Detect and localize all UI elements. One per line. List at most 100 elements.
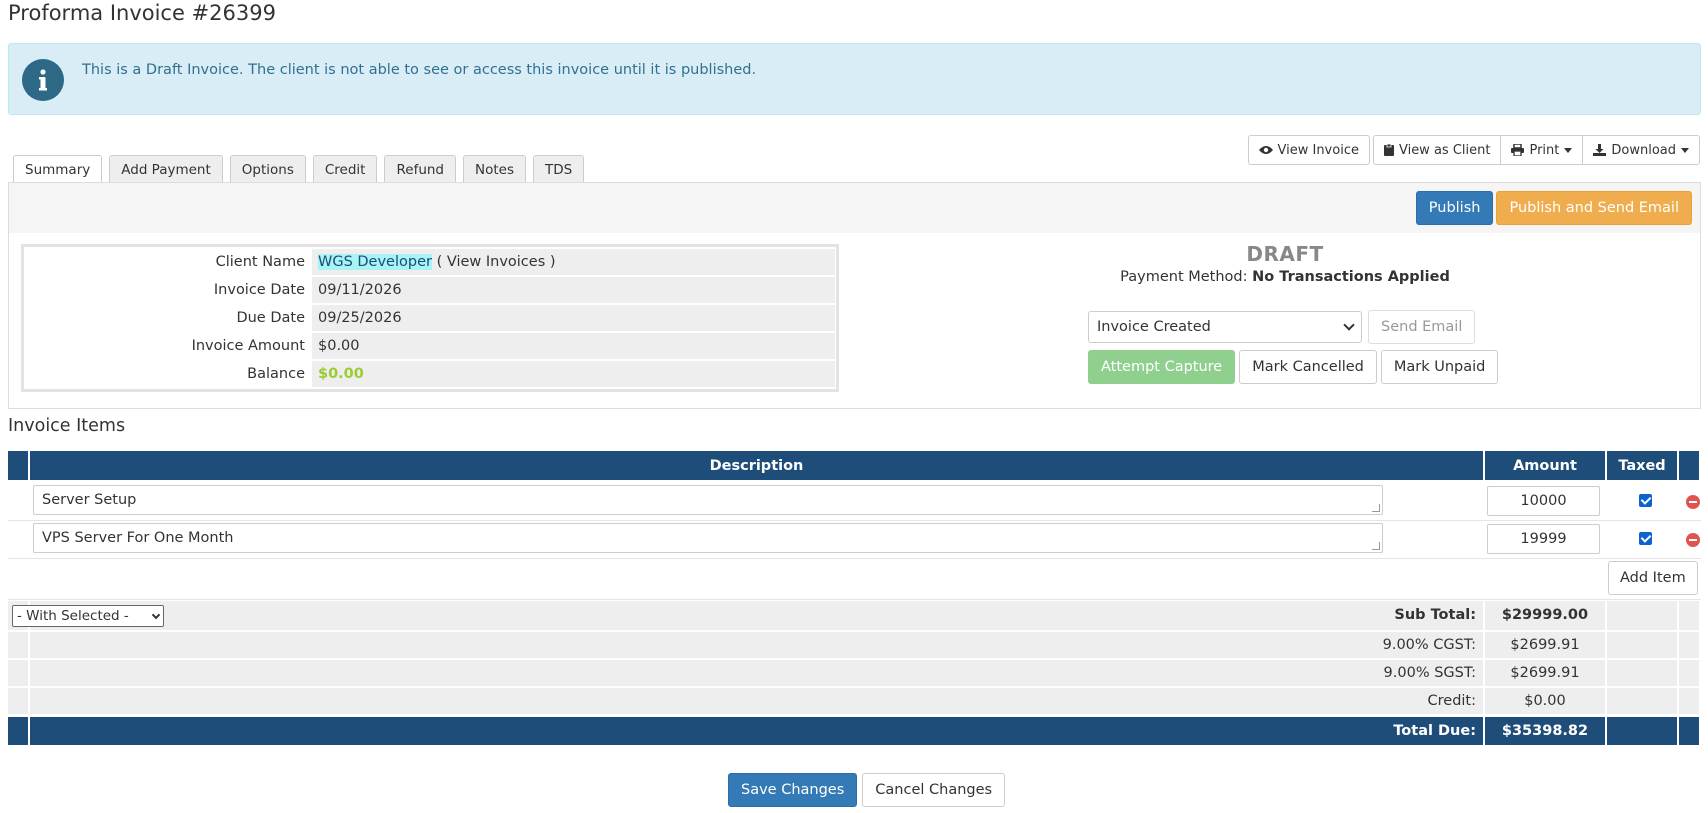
tab-options[interactable]: Options — [229, 155, 306, 183]
remove-item-icon[interactable] — [1686, 533, 1700, 547]
print-label: Print — [1529, 142, 1560, 158]
tab-notes[interactable]: Notes — [463, 155, 526, 183]
total-due-row: Total Due: $35398.82 — [8, 717, 1701, 745]
balance-value: $0.00 — [318, 366, 364, 382]
client-info-table: Client Name WGS Developer ( View Invoice… — [21, 244, 839, 392]
download-button[interactable]: Download — [1582, 135, 1700, 165]
printer-icon — [1511, 144, 1525, 156]
send-email-button[interactable]: Send Email — [1368, 310, 1476, 344]
credit-row: Credit: $0.00 — [8, 688, 1701, 714]
info-icon — [22, 59, 64, 101]
item-taxed-checkbox[interactable] — [1639, 494, 1652, 507]
eye-icon — [1258, 146, 1273, 154]
row-divider — [8, 599, 1701, 600]
tab-tds[interactable]: TDS — [533, 155, 585, 183]
tab-credit[interactable]: Credit — [312, 155, 378, 183]
view-as-client-button[interactable]: View as Client — [1372, 135, 1502, 165]
download-label: Download — [1611, 142, 1676, 158]
payment-method-label: Payment Method: — [1120, 269, 1248, 285]
item-description-input[interactable]: Server Setup — [33, 485, 1383, 515]
subtotal-value: $29999.00 — [1485, 601, 1605, 630]
add-item-button[interactable]: Add Item — [1608, 561, 1698, 595]
chevron-down-icon — [151, 610, 161, 619]
invoice-amount-row: Invoice Amount $0.00 — [25, 332, 835, 360]
total-due-label: Total Due: — [30, 717, 1483, 745]
invoice-date-value: 09/11/2026 — [312, 277, 835, 303]
view-invoice-label: View Invoice — [1277, 142, 1359, 158]
view-as-client-label: View as Client — [1398, 142, 1491, 158]
cancel-changes-button[interactable]: Cancel Changes — [862, 773, 1006, 807]
item-description-value: VPS Server For One Month — [42, 530, 234, 546]
remove-column-header — [1679, 451, 1699, 480]
invoice-actions: View Invoice View as Client Print Downlo… — [1247, 135, 1700, 165]
row-divider — [8, 558, 1701, 559]
item-description-input[interactable]: VPS Server For One Month — [33, 523, 1383, 553]
client-name-row: Client Name WGS Developer ( View Invoice… — [25, 248, 835, 276]
invoice-amount-label: Invoice Amount — [191, 338, 305, 354]
invoice-tabs: Summary Add Payment Options Credit Refun… — [13, 155, 585, 184]
item-amount-input[interactable]: 10000 — [1487, 486, 1600, 516]
form-actions: Save Changes Cancel Changes — [728, 773, 1006, 807]
download-icon — [1593, 144, 1607, 156]
save-changes-button[interactable]: Save Changes — [728, 773, 858, 807]
caret-down-icon — [1681, 147, 1689, 153]
invoice-item-row: Server Setup 10000 — [8, 482, 1701, 520]
attempt-capture-button[interactable]: Attempt Capture — [1088, 350, 1236, 384]
mark-unpaid-button[interactable]: Mark Unpaid — [1380, 350, 1499, 384]
sgst-value: $2699.91 — [1485, 660, 1605, 686]
balance-label: Balance — [247, 366, 305, 382]
due-date-label: Due Date — [236, 310, 305, 326]
status-label: DRAFT — [1246, 242, 1324, 266]
payment-method-value: No Transactions Applied — [1252, 269, 1450, 285]
due-date-row: Due Date 09/25/2026 — [25, 304, 835, 332]
email-template-select[interactable]: Invoice Created — [1088, 311, 1362, 343]
item-amount-input[interactable]: 19999 — [1487, 524, 1600, 554]
balance-row: Balance $0.00 — [25, 360, 835, 388]
tab-add-payment[interactable]: Add Payment — [109, 155, 223, 183]
publish-button[interactable]: Publish — [1415, 191, 1494, 225]
remove-item-icon[interactable] — [1686, 495, 1700, 509]
clipboard-icon — [1383, 144, 1394, 156]
draft-alert: This is a Draft Invoice. The client is n… — [8, 43, 1701, 115]
status-actions: Attempt Capture Mark Cancelled Mark Unpa… — [1088, 350, 1499, 384]
alert-text: This is a Draft Invoice. The client is n… — [82, 62, 757, 78]
amount-header: Amount — [1485, 451, 1605, 480]
mark-cancelled-button[interactable]: Mark Cancelled — [1239, 350, 1377, 384]
item-description-value: Server Setup — [42, 492, 137, 508]
client-name-label: Client Name — [215, 254, 305, 270]
sgst-label: 9.00% SGST: — [30, 660, 1483, 686]
items-table-header: Description Amount Taxed — [8, 451, 1701, 480]
with-selected-value: - With Selected - — [17, 608, 129, 624]
publish-bar: Publish Publish and Send Email — [9, 183, 1700, 233]
tab-summary[interactable]: Summary — [13, 155, 103, 184]
chevron-down-icon — [1343, 319, 1355, 331]
view-invoice-button[interactable]: View Invoice — [1247, 135, 1370, 165]
subtotal-row: Sub Total: $29999.00 — [8, 601, 1701, 630]
page-title: Proforma Invoice #26399 — [8, 1, 276, 25]
description-header: Description — [30, 451, 1483, 480]
with-selected-select[interactable]: - With Selected - — [12, 605, 164, 627]
sgst-row: 9.00% SGST: $2699.91 — [8, 660, 1701, 686]
client-name-link[interactable]: WGS Developer — [318, 254, 432, 270]
due-date-value: 09/25/2026 — [312, 305, 835, 331]
invoice-amount-value: $0.00 — [312, 333, 835, 359]
email-template-value: Invoice Created — [1097, 319, 1211, 335]
invoice-status: DRAFT Payment Method: No Transactions Ap… — [1095, 242, 1475, 285]
invoice-date-row: Invoice Date 09/11/2026 — [25, 276, 835, 304]
resize-grip-icon[interactable] — [1372, 504, 1380, 512]
print-button[interactable]: Print — [1500, 135, 1584, 165]
subtotal-label: Sub Total: — [30, 601, 1483, 630]
select-column-header — [8, 451, 28, 480]
email-row: Invoice Created Send Email — [1088, 310, 1476, 344]
cgst-label: 9.00% CGST: — [30, 632, 1483, 658]
view-invoices-link[interactable]: ( View Invoices ) — [437, 254, 556, 270]
resize-grip-icon[interactable] — [1372, 542, 1380, 550]
caret-down-icon — [1564, 147, 1573, 153]
cgst-value: $2699.91 — [1485, 632, 1605, 658]
credit-label: Credit: — [30, 688, 1483, 714]
publish-send-email-button[interactable]: Publish and Send Email — [1496, 191, 1692, 225]
item-taxed-checkbox[interactable] — [1639, 532, 1652, 545]
invoice-date-label: Invoice Date — [213, 282, 305, 298]
tab-refund[interactable]: Refund — [384, 155, 456, 183]
invoice-item-row: VPS Server For One Month 19999 — [8, 520, 1701, 558]
